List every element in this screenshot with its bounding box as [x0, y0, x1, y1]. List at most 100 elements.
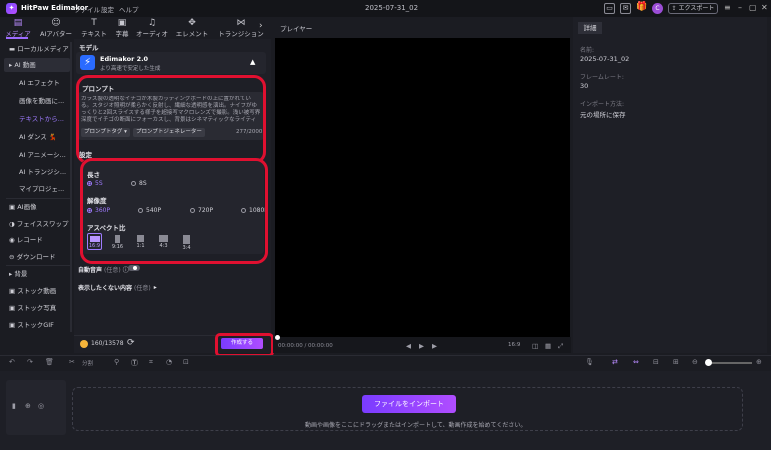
aspect-ratio-select[interactable]: 16:9	[508, 342, 520, 348]
menu-icon[interactable]: ≡	[724, 3, 731, 12]
magnet-icon[interactable]: ⇔	[633, 358, 639, 366]
zoom-out-icon[interactable]: ⊖	[692, 358, 698, 366]
sidebar-divider	[6, 198, 70, 199]
model-name: Edimakor 2.0	[100, 55, 149, 63]
delete-icon[interactable]: 🗑	[45, 358, 54, 366]
tab-audio-label: オーディオ	[135, 30, 169, 38]
fullscreen-icon[interactable]: ⤢	[558, 342, 563, 351]
negative-prompt-note: (任意)	[134, 285, 151, 292]
undo-icon[interactable]: ↶	[9, 358, 15, 366]
maximize-icon[interactable]: ▢	[749, 3, 757, 12]
tab-element-label: エレメント	[175, 30, 209, 38]
menu-settings[interactable]: 設定	[101, 4, 114, 14]
preview-screen[interactable]	[275, 38, 570, 337]
minimize-icon[interactable]: –	[738, 3, 742, 12]
sidebar-item-ai-dance[interactable]: AI ダンス 💃	[4, 130, 70, 144]
audio-icon: ♫	[147, 18, 157, 28]
model-description: より高速で安定した生成	[100, 66, 161, 72]
detail-value-name: 2025-07-31_02	[580, 55, 630, 63]
chevron-right-icon[interactable]: ›	[259, 21, 263, 31]
sidebar-item-image-to-video[interactable]: 画像を動画に...	[4, 94, 70, 108]
tab-details[interactable]: 詳細	[578, 22, 602, 34]
microphone-icon[interactable]: 🎙	[585, 358, 594, 366]
sidebar-item-face-swap[interactable]: ◑ フェイススワップ	[4, 217, 70, 231]
tab-transition-label: トランジション	[218, 30, 264, 38]
link-icon[interactable]: ⇄	[612, 358, 618, 366]
details-panel	[573, 17, 767, 353]
crop-icon[interactable]: ⌗	[149, 358, 153, 367]
tab-element[interactable]: ✥ エレメント	[174, 18, 210, 38]
zoom-slider-knob[interactable]	[705, 359, 712, 366]
sidebar-item-download[interactable]: ⊖ ダウンロード	[4, 250, 70, 264]
zoom-in-icon[interactable]: ⊕	[756, 358, 762, 366]
menu-help[interactable]: ヘルプ	[119, 4, 139, 14]
zoom-slider[interactable]	[710, 362, 752, 364]
monitor-icon[interactable]: ▭	[604, 3, 615, 14]
export-button[interactable]: ⇪ エクスポート	[668, 3, 718, 14]
media-icon: ▤	[13, 18, 23, 28]
tab-subtitle-label: 字幕	[115, 30, 129, 38]
visibility-icon[interactable]: ◎	[38, 402, 44, 410]
tab-ai-avatar[interactable]: ☺ AIアバター	[38, 18, 74, 38]
sidebar-item-label: 背景	[14, 270, 28, 278]
auto-audio-label: 自動音声	[78, 267, 103, 274]
sidebar-item-stock-video[interactable]: ▣ ストック動画	[4, 284, 70, 298]
negative-prompt-row[interactable]: 表示したくない内容 (任意) ▸	[78, 283, 157, 292]
sidebar-item-stock-gif[interactable]: ▣ ストックGIF	[4, 318, 70, 332]
sidebar-item-record[interactable]: ◉ レコード	[4, 233, 70, 247]
text-box-icon[interactable]: Ⓣ	[131, 358, 138, 368]
message-icon[interactable]: ✉	[620, 3, 631, 14]
highlight-outline-create	[215, 333, 274, 357]
gift-icon[interactable]: 🎁	[636, 3, 647, 14]
play-icon[interactable]: ▶	[419, 342, 424, 350]
sidebar-item-label: ストック写真	[17, 304, 57, 312]
sidebar-item-label: レコード	[16, 236, 43, 244]
import-file-button[interactable]: ファイルをインポート	[362, 395, 456, 413]
split-label[interactable]: 分割	[82, 359, 93, 367]
sidebar-item-local-media[interactable]: ▬ ローカルメディア	[4, 42, 70, 56]
sidebar-item-ai-video[interactable]: ▸ AI 動画	[4, 58, 70, 72]
more-tools-icon[interactable]: ⊡	[183, 358, 189, 366]
snap-icon[interactable]: ⊟	[653, 358, 659, 366]
avatar[interactable]: C	[652, 3, 663, 14]
snapshot-icon[interactable]: ◫	[532, 342, 538, 350]
sidebar-item-text-to-video[interactable]: テキストから...	[4, 112, 70, 126]
quality-icon[interactable]: ▦	[545, 342, 551, 350]
sidebar-divider	[6, 265, 70, 266]
negative-prompt-label: 表示したくない内容	[78, 285, 133, 292]
gif-icon: ▣	[9, 321, 18, 329]
menu-file[interactable]: ファイル	[74, 4, 100, 14]
app-logo-icon: ✦	[6, 3, 17, 14]
chevron-up-icon[interactable]: ▲	[250, 58, 255, 66]
speed-icon[interactable]: ◔	[166, 358, 172, 366]
previous-frame-icon[interactable]: ◀	[406, 342, 411, 350]
redo-icon[interactable]: ↷	[27, 358, 33, 366]
element-icon: ✥	[188, 18, 196, 28]
sidebar-scrollbar[interactable]	[70, 42, 72, 332]
sidebar-item-ai-effect[interactable]: AI エフェクト	[4, 76, 70, 90]
sidebar-item-my-projects[interactable]: マイプロジェ...	[4, 182, 70, 196]
refresh-icon[interactable]: ⟳	[127, 338, 135, 348]
next-frame-icon[interactable]: ▶	[432, 342, 437, 350]
model-label: モデル	[79, 44, 99, 52]
record-icon: ◉	[9, 236, 17, 244]
sidebar-item-ai-image[interactable]: ▣ AI画像	[4, 200, 70, 214]
sidebar-item-stock-photo[interactable]: ▣ ストック写真	[4, 301, 70, 315]
close-icon[interactable]: ✕	[761, 3, 768, 12]
sidebar-item-label: ストックGIF	[17, 321, 54, 329]
detail-value-import-method: 元の場所に保存	[580, 111, 626, 119]
active-tab-indicator	[6, 37, 28, 39]
lock-icon[interactable]: ⊕	[25, 402, 31, 410]
scissors-icon[interactable]: ✂	[69, 358, 75, 366]
tab-media[interactable]: ▤ メディア	[0, 18, 36, 38]
marker-icon[interactable]: ⚲	[114, 358, 119, 366]
credit-balance: 160/13578	[91, 340, 124, 347]
sidebar-item-background[interactable]: ▸ 背景	[4, 267, 70, 281]
tab-audio[interactable]: ♫ オーディオ	[134, 18, 170, 38]
sidebar-item-ai-animation[interactable]: AI アニメーシ...	[4, 148, 70, 162]
export-icon: ⇪	[671, 5, 679, 12]
fit-timeline-icon[interactable]: ⊞	[673, 358, 679, 366]
sidebar-item-ai-transition[interactable]: AI トランジシ...	[4, 165, 70, 179]
face-icon: ◑	[9, 220, 17, 228]
playhead-handle[interactable]	[275, 335, 280, 340]
